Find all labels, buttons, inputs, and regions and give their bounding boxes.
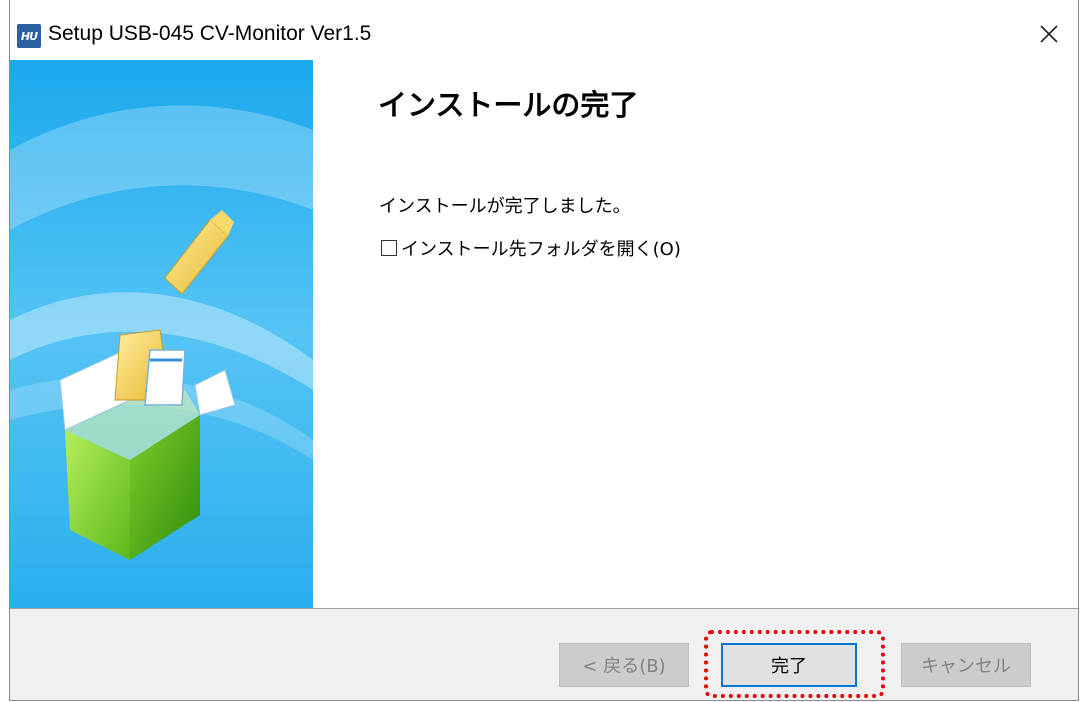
open-folder-label[interactable]: インストール先フォルダを開く(O): [401, 235, 681, 261]
button-bar: < 戻る(B) 完了 キャンセル: [10, 609, 1078, 700]
wizard-content: インストールの完了 インストールが完了しました。 インストール先フォルダを開く(…: [313, 60, 1078, 608]
app-icon: HU: [17, 24, 41, 48]
page-title: インストールの完了: [378, 88, 639, 122]
open-folder-checkbox[interactable]: [381, 240, 397, 256]
open-folder-option[interactable]: インストール先フォルダを開く(O): [381, 235, 681, 261]
close-button[interactable]: [1020, 10, 1078, 58]
back-button[interactable]: < 戻る(B): [559, 643, 689, 687]
completion-message: インストールが完了しました。: [379, 196, 631, 217]
setup-window: HU Setup USB-045 CV-Monitor Ver1.5 インストー…: [9, 0, 1079, 701]
close-icon: [1040, 25, 1058, 43]
cancel-button[interactable]: キャンセル: [901, 643, 1031, 687]
wizard-side-image: [10, 60, 313, 608]
window-title: Setup USB-045 CV-Monitor Ver1.5: [48, 22, 372, 45]
title-bar: HU Setup USB-045 CV-Monitor Ver1.5: [10, 0, 1078, 60]
finish-button-highlight: [704, 630, 885, 698]
